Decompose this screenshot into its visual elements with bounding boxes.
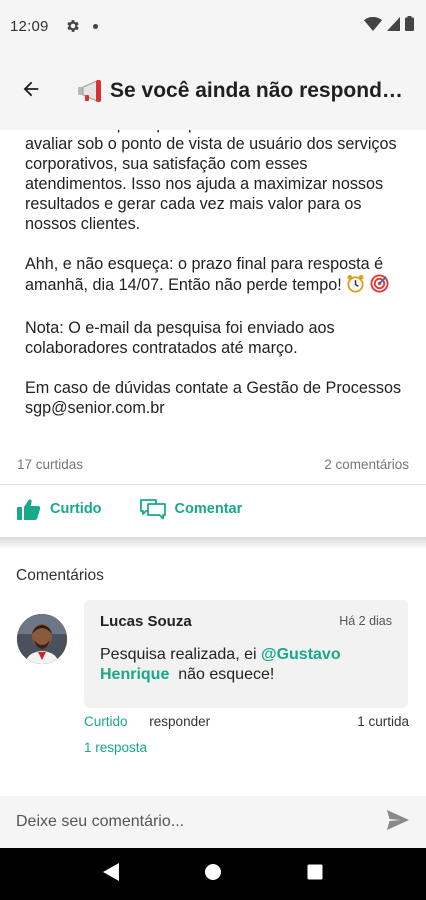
send-icon [386,809,410,836]
nav-home-circle-icon [204,863,222,886]
page-title-text: Se você ainda não respondeu a pesquisa d… [110,79,408,102]
comment-button-label: Comentar [174,501,243,517]
battery-icon [405,16,414,36]
comment-button[interactable]: Comentar [139,498,243,520]
comment-composer [0,796,426,848]
post-paragraph: Lembrando que a pesquisa é anônima e bus… [25,130,397,233]
replies-link[interactable]: 1 resposta [84,740,147,755]
comment-text-after: não esquece! [169,666,275,683]
comment-text-before: Pesquisa realizada, ei [100,646,261,663]
divider [0,484,426,485]
alarm-clock-icon [346,274,365,298]
app-bar: Se você ainda não respondeu a pesquisa d… [0,52,426,130]
status-bar: 12:09 [0,0,426,52]
comments-heading: Comentários [16,567,104,584]
comment-like-button[interactable]: Curtido [84,714,128,729]
thumbs-up-icon [17,498,41,520]
post-actions: Curtido Comentar [17,498,242,520]
status-indicators [364,16,414,36]
wifi-icon [364,16,382,36]
cell-signal-icon [387,16,400,36]
nav-back-button[interactable] [96,859,126,889]
comment-icon [139,498,166,520]
comment-likes-count[interactable]: 1 curtida [357,714,409,729]
notification-dot-icon [92,23,98,29]
comment-bubble: Lucas Souza Há 2 dias Pesquisa realizada… [84,600,408,708]
post-paragraph-text: Ahh, e não esqueça: o prazo final para r… [25,255,384,294]
comment-author[interactable]: Lucas Souza [100,613,192,630]
nav-back-triangle-icon [102,862,120,887]
comment-text: Pesquisa realizada, ei @Gustavo Henrique… [100,645,390,685]
post-paragraph: Ahh, e não esqueça: o prazo final para r… [25,254,405,298]
comments-count[interactable]: 2 comentários [324,457,409,472]
post-card: Lembrando que a pesquisa é anônima e bus… [0,130,426,538]
post-paragraph: Em caso de dúvidas contate a Gestão de P… [25,379,402,417]
comment-input[interactable] [16,813,384,831]
post-text: Lembrando que a pesquisa é anônima e bus… [25,130,405,438]
target-icon [370,274,389,298]
back-button[interactable] [18,78,44,104]
card-shadow [0,537,426,549]
avatar[interactable] [17,614,67,664]
likes-count[interactable]: 17 curtidas [17,457,83,472]
comment-timestamp: Há 2 dias [339,614,392,628]
like-button-label: Curtido [50,501,102,517]
nav-home-button[interactable] [198,859,228,889]
post-stats: 17 curtidas 2 comentários [17,457,409,472]
send-button[interactable] [384,808,412,836]
like-button[interactable]: Curtido [17,498,102,520]
page-title: Se você ainda não respondeu a pesquisa d… [78,79,408,103]
nav-recents-button[interactable] [300,859,330,889]
comment-reply-button[interactable]: responder [149,714,210,729]
nav-recents-square-icon [307,864,323,885]
system-nav-bar [0,848,426,900]
comment-meta: Curtido responder 1 curtida [84,714,409,729]
settings-gear-icon [65,18,81,34]
post-paragraph: Nota: O e-mail da pesquisa foi enviado a… [25,319,335,357]
megaphone-icon [78,79,104,103]
arrow-left-icon [20,78,42,105]
status-time: 12:09 [10,17,49,35]
